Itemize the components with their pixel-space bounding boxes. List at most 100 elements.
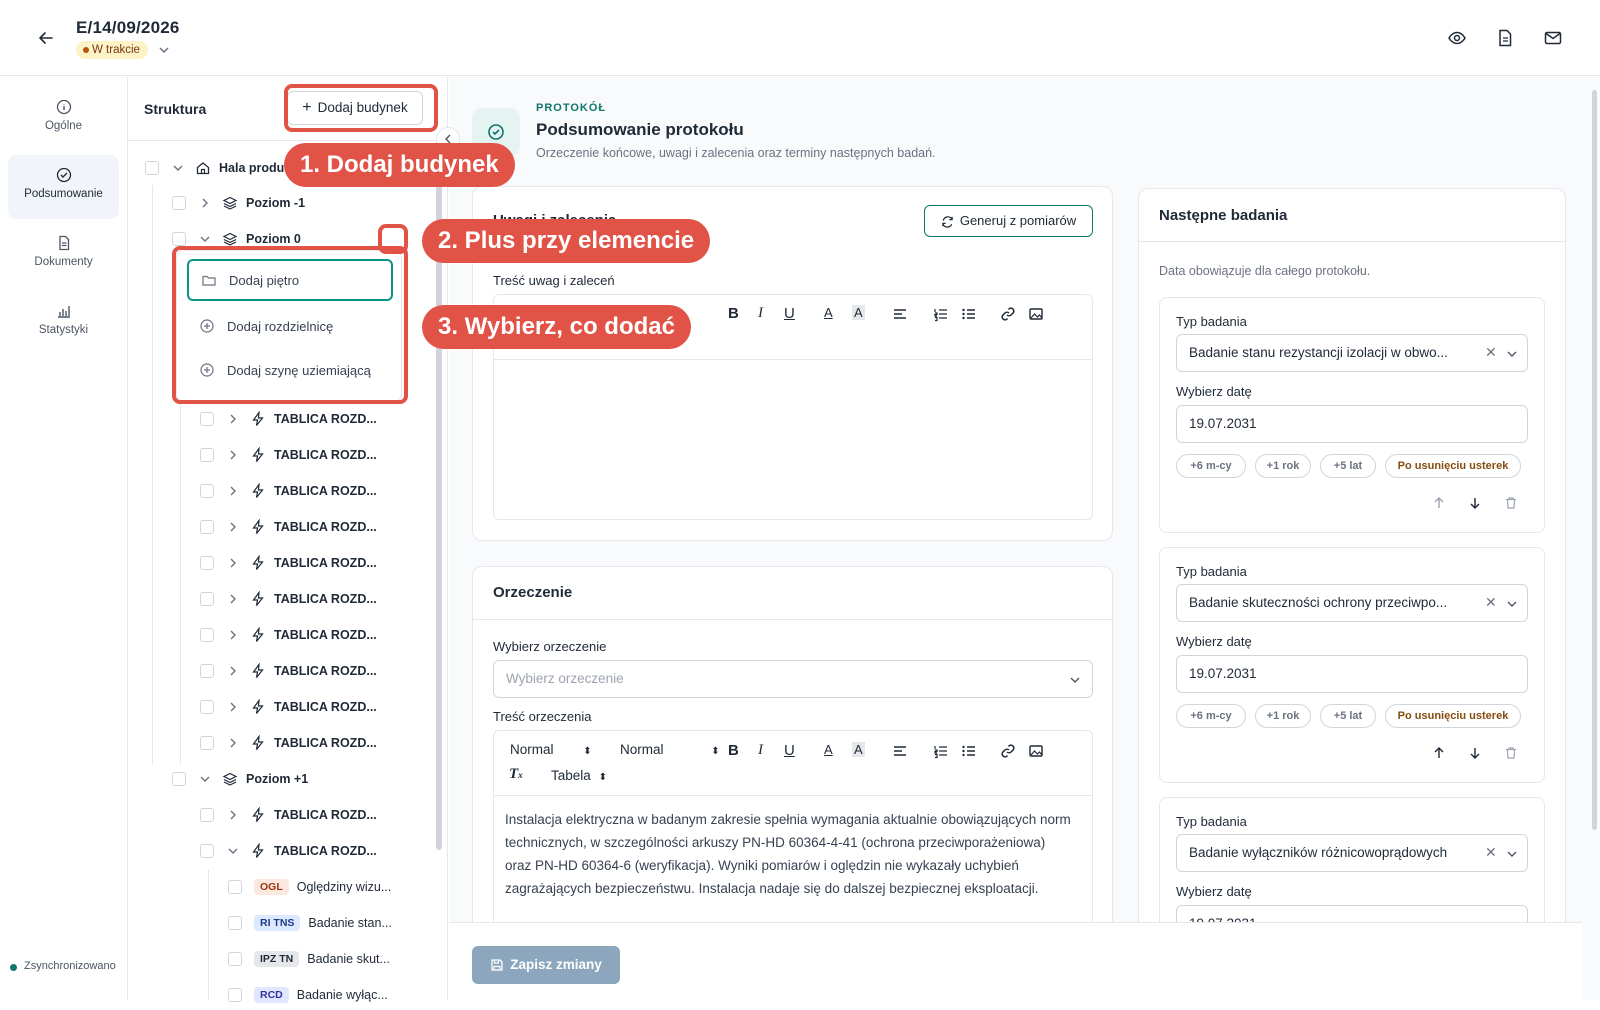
verdict-select[interactable]: Wybierz orzeczenie bbox=[493, 660, 1093, 698]
ordered-list-icon[interactable] bbox=[933, 306, 949, 322]
checkbox[interactable] bbox=[200, 592, 214, 606]
font-color-icon[interactable]: A bbox=[824, 305, 833, 320]
main-scrollbar[interactable] bbox=[1592, 90, 1597, 830]
nav-general[interactable]: Ogólne bbox=[8, 87, 119, 151]
verdict-text[interactable]: Instalacja elektryczna w badanym zakresi… bbox=[505, 808, 1075, 900]
trash-icon bbox=[1506, 747, 1516, 759]
tree-row-level[interactable]: Poziom +1 bbox=[172, 764, 308, 794]
nav-documents[interactable]: Dokumenty bbox=[8, 223, 119, 287]
checkbox[interactable] bbox=[172, 196, 186, 210]
underline-button[interactable]: U bbox=[784, 305, 795, 322]
tree-row-board[interactable]: TABLICA ROZD... bbox=[200, 512, 377, 542]
tree-row-building[interactable]: Hala produ bbox=[145, 153, 284, 183]
style-select[interactable]: Normal ⬍ bbox=[510, 742, 592, 757]
table-select[interactable]: Tabela ⬍ bbox=[551, 768, 607, 783]
font-color-icon[interactable]: A bbox=[824, 742, 833, 757]
highlight-icon[interactable]: A bbox=[852, 742, 865, 757]
tree-row-board[interactable]: TABLICA ROZD... bbox=[200, 656, 377, 686]
tree-row-board[interactable]: TABLICA ROZD... bbox=[200, 728, 377, 758]
italic-button[interactable]: I bbox=[758, 742, 763, 759]
checkbox[interactable] bbox=[200, 520, 214, 534]
checkbox[interactable] bbox=[200, 700, 214, 714]
clear-format-icon[interactable]: Tx bbox=[509, 766, 523, 783]
generate-button[interactable]: Generuj z pomiarów bbox=[924, 205, 1093, 237]
date-input[interactable]: 19.07.2031 bbox=[1176, 405, 1528, 443]
tree-row-board[interactable]: TABLICA ROZD... bbox=[200, 584, 377, 614]
size-select[interactable]: Normal ⬍ bbox=[620, 742, 720, 757]
bold-button[interactable]: B bbox=[728, 305, 739, 322]
link-icon[interactable] bbox=[1000, 306, 1016, 322]
lightning-icon bbox=[252, 591, 264, 606]
italic-button[interactable]: I bbox=[758, 305, 763, 322]
checkbox[interactable] bbox=[200, 736, 214, 750]
type-select[interactable]: Badanie stanu rezystancji izolacji w obw… bbox=[1176, 334, 1528, 372]
image-icon[interactable] bbox=[1028, 306, 1044, 322]
home-icon bbox=[196, 162, 210, 175]
checkbox[interactable] bbox=[200, 808, 214, 822]
tree-row-board[interactable]: TABLICA ROZD... bbox=[200, 440, 377, 470]
tree-row-board[interactable]: TABLICA ROZD... bbox=[200, 476, 377, 506]
document-icon[interactable] bbox=[1495, 28, 1515, 48]
ordered-list-icon[interactable] bbox=[933, 743, 949, 759]
chip-1y[interactable]: +1 rok bbox=[1255, 704, 1311, 728]
date-label: Wybierz datę bbox=[1176, 884, 1252, 899]
checkbox[interactable] bbox=[200, 448, 214, 462]
date-input[interactable]: 19.07.2031 bbox=[1176, 655, 1528, 693]
checkbox[interactable] bbox=[200, 484, 214, 498]
chevron-down-icon[interactable] bbox=[157, 43, 171, 57]
tree-row-board[interactable]: TABLICA ROZD... bbox=[200, 548, 377, 578]
tree-row-test[interactable]: IPZ TN Badanie skut... bbox=[228, 944, 390, 974]
checkbox[interactable] bbox=[200, 412, 214, 426]
nav-statistics[interactable]: Statystyki bbox=[8, 291, 119, 355]
checkbox[interactable] bbox=[228, 952, 242, 966]
save-button[interactable]: Zapisz zmiany bbox=[472, 946, 620, 984]
checkbox[interactable] bbox=[228, 916, 242, 930]
type-select[interactable]: Badanie skuteczności ochrony przeciwpo..… bbox=[1176, 584, 1528, 622]
clear-icon[interactable]: ✕ bbox=[1485, 844, 1497, 861]
tree-row-level[interactable]: Poziom -1 bbox=[172, 188, 305, 218]
checkbox[interactable] bbox=[228, 880, 242, 894]
nav-summary[interactable]: Podsumowanie bbox=[8, 155, 119, 219]
trash-icon bbox=[1506, 497, 1516, 509]
chip-5y[interactable]: +5 lat bbox=[1320, 454, 1376, 478]
tree-row-board[interactable]: TABLICA ROZD... bbox=[200, 800, 377, 830]
chip-6m[interactable]: +6 m-cy bbox=[1176, 454, 1246, 478]
eye-icon[interactable] bbox=[1447, 28, 1467, 48]
status-badge[interactable]: W trakcie bbox=[76, 41, 148, 59]
highlight-icon[interactable]: A bbox=[852, 305, 865, 320]
tree-row-test[interactable]: RCD Badanie wyłąc... bbox=[228, 980, 388, 1010]
type-select[interactable]: Badanie wyłączników różnicowoprądowych bbox=[1176, 834, 1528, 872]
tree-row-board[interactable]: TABLICA ROZD... bbox=[200, 404, 377, 434]
checkbox[interactable] bbox=[172, 232, 186, 246]
link-icon[interactable] bbox=[1000, 743, 1016, 759]
back-arrow-icon[interactable] bbox=[36, 28, 56, 48]
bullet-list-icon[interactable] bbox=[961, 306, 977, 322]
clear-icon[interactable]: ✕ bbox=[1485, 344, 1497, 361]
chip-1y[interactable]: +1 rok bbox=[1255, 454, 1311, 478]
style-select-value: Normal bbox=[510, 742, 554, 757]
checkbox[interactable] bbox=[200, 628, 214, 642]
checkbox[interactable] bbox=[145, 161, 159, 175]
chip-after-fix[interactable]: Po usunięciu usterek bbox=[1385, 454, 1521, 478]
chip-after-fix[interactable]: Po usunięciu usterek bbox=[1385, 704, 1521, 728]
tree-label: TABLICA ROZD... bbox=[274, 448, 377, 462]
tree-row-board[interactable]: TABLICA ROZD... bbox=[200, 836, 377, 866]
checkbox[interactable] bbox=[200, 556, 214, 570]
tree-row-test[interactable]: RI TNS Badanie stan... bbox=[228, 908, 392, 938]
chip-6m[interactable]: +6 m-cy bbox=[1176, 704, 1246, 728]
align-icon[interactable] bbox=[892, 743, 908, 759]
bold-button[interactable]: B bbox=[728, 742, 739, 759]
checkbox[interactable] bbox=[200, 844, 214, 858]
clear-icon[interactable]: ✕ bbox=[1485, 594, 1497, 611]
align-icon[interactable] bbox=[892, 306, 908, 322]
checkbox[interactable] bbox=[172, 772, 186, 786]
tree-row-board[interactable]: TABLICA ROZD... bbox=[200, 692, 377, 722]
mail-icon[interactable] bbox=[1543, 28, 1563, 48]
tree-row-test[interactable]: OGL Oględziny wizu... bbox=[228, 872, 391, 902]
chip-5y[interactable]: +5 lat bbox=[1320, 704, 1376, 728]
underline-button[interactable]: U bbox=[784, 742, 795, 759]
image-icon[interactable] bbox=[1028, 743, 1044, 759]
tree-row-board[interactable]: TABLICA ROZD... bbox=[200, 620, 377, 650]
checkbox[interactable] bbox=[200, 664, 214, 678]
bullet-list-icon[interactable] bbox=[961, 743, 977, 759]
